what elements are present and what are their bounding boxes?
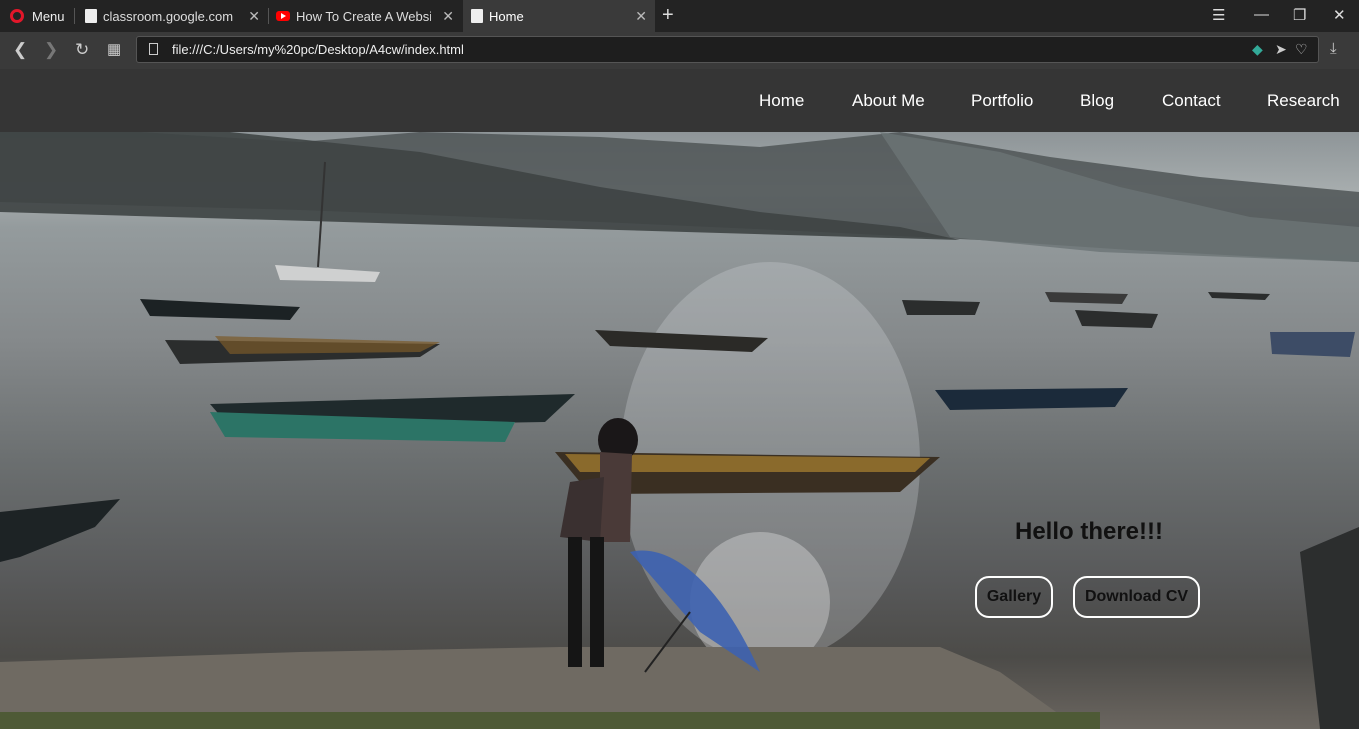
download-icon[interactable]: ⤓ [1330,40,1337,57]
close-tab-icon[interactable]: ✕ [442,8,454,25]
nav-blog[interactable]: Blog [1080,91,1114,111]
hero-background-image [0,132,1359,729]
send-icon[interactable]: ➤ [1275,41,1287,58]
youtube-icon [276,11,290,21]
document-icon [85,9,97,23]
opera-menu-button[interactable]: Menu [0,0,72,32]
gallery-button[interactable]: Gallery [975,576,1053,618]
close-window-icon[interactable]: ✕ [1333,6,1346,24]
url-text[interactable]: file:///C:/Users/my%20pc/Desktop/A4cw/in… [172,42,464,57]
tab-title: How To Create A Website [296,8,431,24]
nav-portfolio[interactable]: Portfolio [971,91,1033,111]
menu-label: Menu [32,8,65,24]
minimize-icon[interactable]: — [1254,6,1269,23]
tab-youtube[interactable]: How To Create A Website ✕ [270,0,462,32]
reload-icon[interactable]: ↻ [75,40,89,60]
hero-greeting: Hello there!!! [1015,518,1164,545]
nav-research[interactable]: Research [1267,91,1340,111]
forward-icon[interactable]: ❯ [44,40,58,60]
tab-home[interactable]: Home ✕ [463,0,655,32]
tab-divider [268,8,269,24]
heart-icon[interactable]: ♡ [1295,41,1308,58]
nav-about-me[interactable]: About Me [852,91,925,111]
tab-title: Home [489,8,524,24]
nav-home[interactable]: Home [759,91,804,111]
tab-menu-icon[interactable]: ☰ [1212,6,1225,24]
document-icon [471,9,483,23]
hero-section: Hello there!!! Gallery Download CV [0,132,1359,729]
restore-icon[interactable]: ❐ [1293,6,1306,24]
download-cv-button[interactable]: Download CV [1073,576,1200,618]
address-toolbar: ❮ ❯ ↻ ▦ file:///C:/Users/my%20pc/Desktop… [0,32,1359,69]
extension-cube-icon[interactable]: ◆ [1252,41,1263,58]
url-bar[interactable]: file:///C:/Users/my%20pc/Desktop/A4cw/in… [136,36,1319,63]
new-tab-icon[interactable]: + [662,4,674,27]
back-icon[interactable]: ❮ [13,40,27,60]
tab-title: classroom.google.com [103,8,234,24]
close-tab-icon[interactable]: ✕ [248,8,260,25]
nav-contact[interactable]: Contact [1162,91,1221,111]
tab-classroom[interactable]: classroom.google.com ✕ [80,0,268,32]
close-tab-icon[interactable]: ✕ [635,8,647,25]
browser-tab-bar: Menu classroom.google.com ✕ How To Creat… [0,0,1359,32]
tab-divider [74,8,75,24]
speed-dial-icon[interactable]: ▦ [107,40,121,58]
opera-logo-icon [10,9,24,23]
site-header: Home About Me Portfolio Blog Contact Res… [0,69,1359,132]
page-icon [149,43,158,55]
